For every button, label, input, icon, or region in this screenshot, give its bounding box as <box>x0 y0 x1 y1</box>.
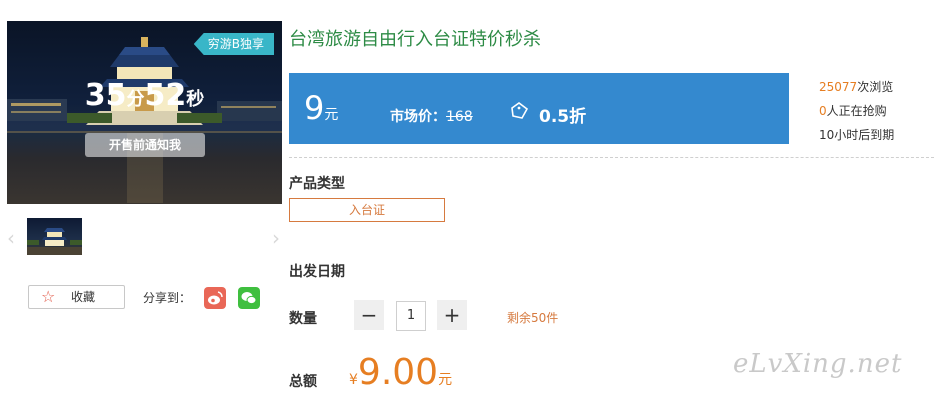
quantity-label: 数量 <box>289 311 317 327</box>
type-label: 产品类型 <box>289 176 345 192</box>
total-symbol: ¥ <box>349 372 358 388</box>
buyers-label: 人正在抢购 <box>826 104 887 118</box>
buyers-count: 0 <box>819 104 827 118</box>
favorite-label: 收藏 <box>71 290 96 304</box>
total-amount: ¥9.00元 <box>349 352 452 393</box>
views-count: 25077 <box>819 80 858 94</box>
type-option[interactable]: 入台证 <box>289 198 445 222</box>
promo-tag: 穷游B独享 <box>193 33 274 55</box>
total-label: 总额 <box>289 374 317 390</box>
sale-price-value: 9 <box>304 89 325 127</box>
views-stat: 25077次浏览 <box>819 78 893 95</box>
tag-icon <box>511 102 529 119</box>
favorite-button[interactable]: ☆ 收藏 <box>28 285 125 309</box>
countdown-seconds-unit: 秒 <box>186 89 205 110</box>
product-image: 穷游B独享 35分52秒 开售前通知我 <box>7 21 282 204</box>
expiry-stat: 10小时后到期 <box>819 128 895 142</box>
quantity-plus-button[interactable]: + <box>437 300 467 330</box>
total-value: 9.00 <box>357 352 439 393</box>
market-price: 市场价：168 <box>390 106 473 126</box>
total-unit: 元 <box>438 372 453 388</box>
notify-me-button[interactable]: 开售前通知我 <box>85 133 205 157</box>
countdown-minutes-unit: 分 <box>126 89 145 110</box>
sale-price: 9元 <box>304 89 338 127</box>
product-title: 台湾旅游自由行入台证特价秒杀 <box>289 29 541 50</box>
thumb-prev-arrow[interactable]: ‹ <box>7 226 15 250</box>
market-price-label: 市场价： <box>390 109 446 125</box>
buyers-stat: 0人正在抢购 <box>819 102 887 119</box>
wechat-icon[interactable] <box>238 287 260 309</box>
divider <box>289 157 934 158</box>
quantity-input[interactable]: 1 <box>396 301 426 331</box>
thumbnail-image[interactable] <box>27 218 82 255</box>
weibo-icon[interactable] <box>204 287 226 309</box>
discount-value: 0.5折 <box>539 107 587 127</box>
countdown-timer: 35分52秒 <box>7 78 282 113</box>
countdown-seconds: 52 <box>144 78 187 113</box>
thumbnail-illustration <box>27 228 82 255</box>
date-label: 出发日期 <box>289 264 345 280</box>
thumb-next-arrow[interactable]: › <box>272 226 280 250</box>
discount: 0.5折 <box>511 102 587 127</box>
views-label: 次浏览 <box>857 80 894 94</box>
market-price-value: 168 <box>446 109 473 125</box>
countdown-minutes: 35 <box>84 78 127 113</box>
price-box: 9元 市场价：168 0.5折 <box>289 73 789 144</box>
watermark: eLvXing.net <box>733 349 903 379</box>
sale-price-unit: 元 <box>324 107 339 123</box>
remaining-stock: 剩余50件 <box>507 311 559 325</box>
share-label: 分享到： <box>143 291 192 305</box>
star-icon: ☆ <box>41 287 56 306</box>
quantity-minus-button[interactable]: − <box>354 300 384 330</box>
